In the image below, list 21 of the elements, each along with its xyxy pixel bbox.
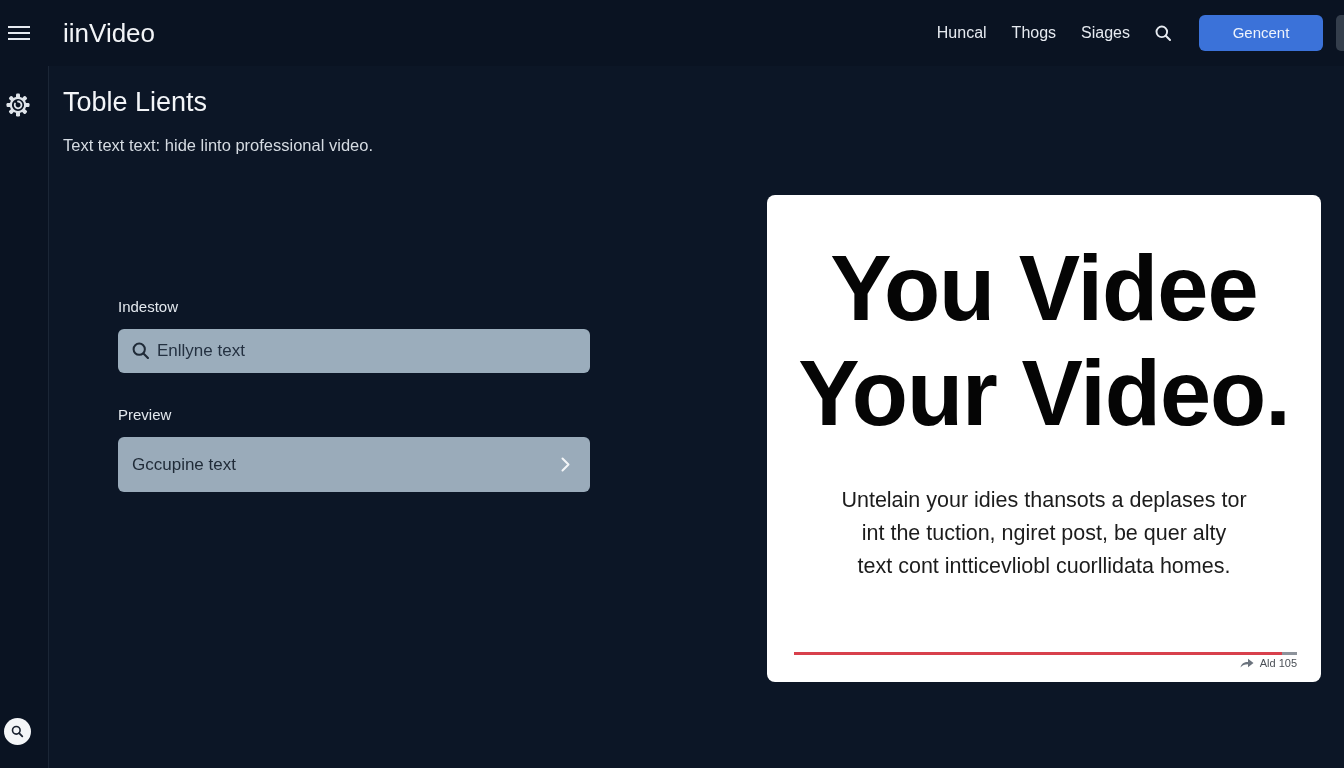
- video-headline: You Videe Your Video.: [797, 236, 1291, 446]
- preview-select[interactable]: Gccupine text: [118, 437, 590, 492]
- field-label: Preview: [118, 405, 173, 425]
- forward-arrow-icon: [1239, 658, 1254, 668]
- nav-link[interactable]: Thogs: [1011, 23, 1057, 43]
- page-title: Toble Lients: [63, 86, 209, 118]
- app-logo[interactable]: iinVideo: [63, 18, 156, 48]
- settings-icon[interactable]: [6, 93, 30, 117]
- primary-button[interactable]: Gencent: [1199, 15, 1323, 51]
- menu-icon[interactable]: [8, 26, 30, 40]
- field-label: Indestow: [118, 297, 180, 317]
- search-icon[interactable]: [1155, 25, 1171, 41]
- search-field[interactable]: Enllyne text: [118, 329, 590, 373]
- chevron-right-icon: [561, 457, 570, 472]
- search-icon: [132, 342, 149, 359]
- video-caption: Ald 105: [1259, 656, 1297, 670]
- search-icon[interactable]: [4, 718, 31, 745]
- nav-link[interactable]: Huncal: [936, 23, 987, 43]
- video-description: Untelain your idies thansots a deplases tor int the tuction, ngiret post, be quer alty text cont intticevliobl cuorllidata homes.: [840, 487, 1248, 580]
- page-subtitle: Text text text: hide linto professional video.: [63, 135, 374, 155]
- nav-link[interactable]: Siages: [1081, 23, 1130, 43]
